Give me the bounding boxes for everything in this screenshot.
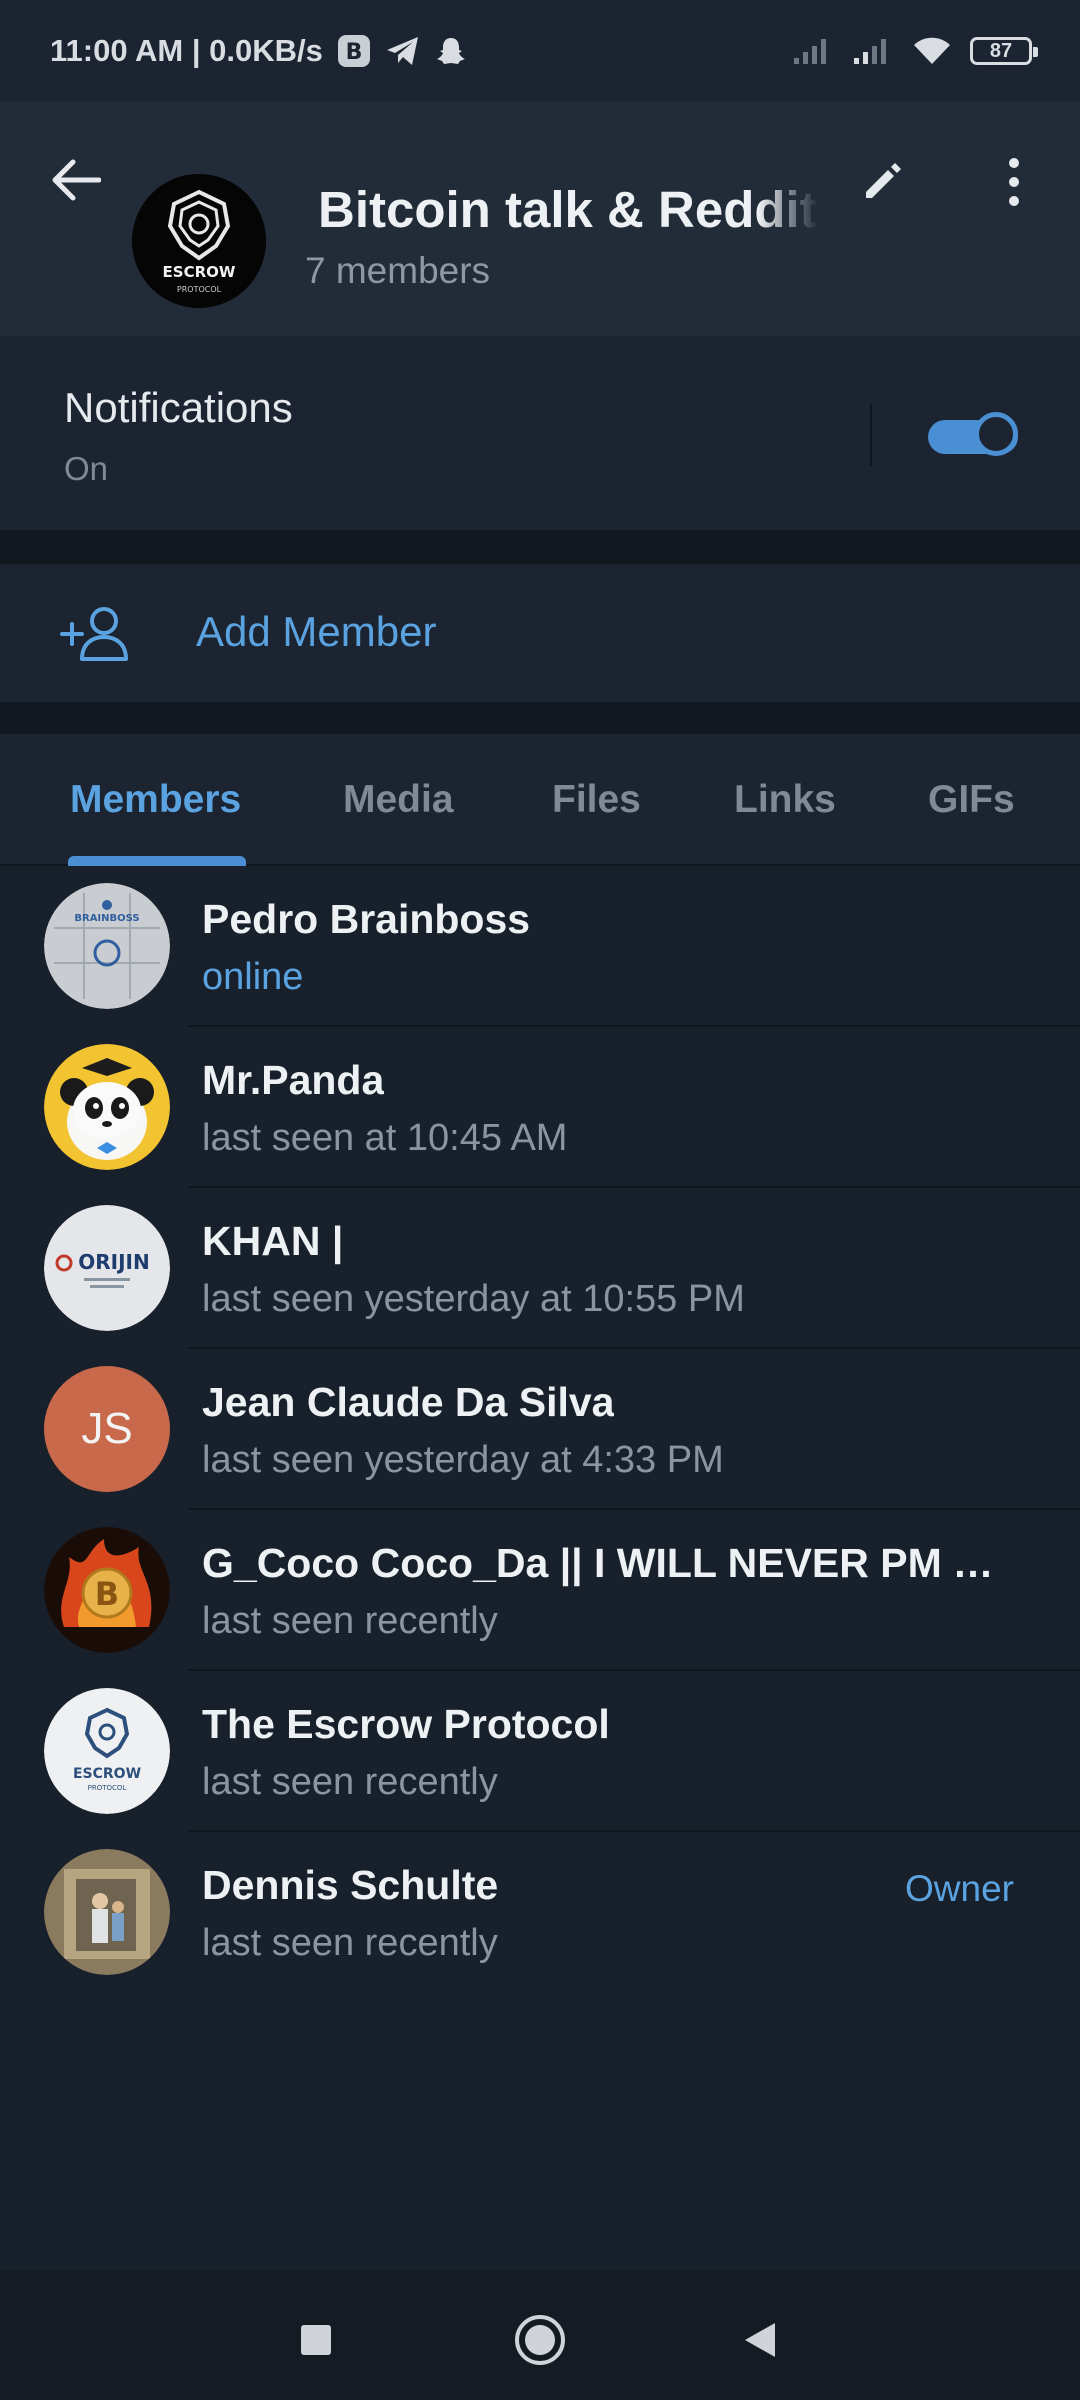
- member-name: Mr.Panda: [202, 1057, 385, 1103]
- member-status: last seen recently: [202, 1600, 498, 1642]
- avatar-subtext: PROTOCOL: [88, 1784, 127, 1792]
- section-gap: [0, 530, 1080, 564]
- bitcoin-app-icon: B: [337, 34, 371, 68]
- telegram-icon: [385, 35, 421, 67]
- member-row-mr-panda[interactable]: Mr.Panda last seen at 10:45 AM: [0, 1027, 1080, 1188]
- member-row-dennis-schulte[interactable]: Dennis Schulte last seen recently Owner: [0, 1832, 1080, 1993]
- square-icon: [301, 2325, 331, 2355]
- avatar-text: ORIJIN: [78, 1250, 149, 1274]
- avatar[interactable]: B: [44, 1527, 170, 1653]
- member-name: KHAN |: [202, 1218, 344, 1264]
- notifications-toggle[interactable]: [928, 410, 1024, 460]
- active-tab-indicator: [68, 856, 246, 866]
- panda-icon: [44, 1044, 170, 1170]
- member-status: last seen recently: [202, 1761, 498, 1803]
- group-avatar[interactable]: ESCROW PROTOCOL: [132, 174, 266, 308]
- notifications-row[interactable]: Notifications On: [0, 336, 1080, 530]
- member-row-g-coco[interactable]: B G_Coco Coco_Da || I WILL NEVER PM Y...…: [0, 1510, 1080, 1671]
- status-time-speed: 11:00 AM | 0.0KB/s: [50, 33, 323, 68]
- tab-links[interactable]: Links: [734, 778, 836, 822]
- arrow-left-icon: [52, 159, 101, 201]
- wifi-icon: [912, 36, 952, 66]
- group-title[interactable]: Bitcoin talk & Reddit Campaign: [318, 180, 818, 239]
- snapchat-icon: [435, 35, 467, 67]
- home-button[interactable]: [510, 2310, 570, 2370]
- avatar[interactable]: JS: [44, 1366, 170, 1492]
- tab-files[interactable]: Files: [552, 778, 641, 822]
- notifications-state: On: [64, 450, 109, 487]
- avatar-text: ESCROW: [73, 1766, 141, 1782]
- toggle-knob: [974, 412, 1018, 456]
- circle-icon: [515, 2315, 565, 2365]
- signal-icon-1: [792, 36, 834, 66]
- divider: [870, 404, 872, 466]
- svg-text:B: B: [345, 40, 362, 65]
- avatar[interactable]: ORIJIN: [44, 1205, 170, 1331]
- tab-media[interactable]: Media: [343, 778, 454, 822]
- signal-icon-2: [852, 36, 894, 66]
- avatar-initials: JS: [81, 1404, 133, 1453]
- more-options-button[interactable]: [984, 152, 1044, 212]
- back-button[interactable]: [48, 152, 104, 208]
- member-row-escrow-protocol[interactable]: ESCROW PROTOCOL The Escrow Protocol last…: [0, 1671, 1080, 1832]
- member-status: last seen at 10:45 AM: [202, 1117, 568, 1159]
- back-nav-button[interactable]: [730, 2310, 790, 2370]
- member-name: The Escrow Protocol: [202, 1701, 610, 1747]
- owner-badge: Owner: [905, 1868, 1014, 1909]
- tab-gifs[interactable]: GIFs: [928, 778, 1015, 822]
- group-avatar-text: ESCROW: [163, 263, 236, 281]
- triangle-back-icon: [745, 2323, 775, 2357]
- group-avatar-subtext: PROTOCOL: [177, 285, 222, 294]
- avatar[interactable]: [44, 1044, 170, 1170]
- add-user-icon: [60, 604, 132, 669]
- member-status: last seen recently: [202, 1922, 498, 1964]
- chat-header: ESCROW PROTOCOL Bitcoin talk & Reddit Ca…: [0, 102, 1080, 336]
- member-name: G_Coco Coco_Da || I WILL NEVER PM Y...: [202, 1540, 1002, 1586]
- add-member-row[interactable]: Add Member: [0, 564, 1080, 702]
- tab-members[interactable]: Members: [70, 778, 241, 822]
- member-row-jean-claude[interactable]: JS Jean Claude Da Silva last seen yester…: [0, 1349, 1080, 1510]
- avatar[interactable]: ESCROW PROTOCOL: [44, 1688, 170, 1814]
- member-name: Jean Claude Da Silva: [202, 1379, 615, 1425]
- more-vertical-icon: [1009, 158, 1019, 206]
- member-name: Dennis Schulte: [202, 1862, 499, 1908]
- avatar[interactable]: BRAINBOSS: [44, 883, 170, 1009]
- section-gap: [0, 702, 1080, 734]
- member-status: online: [202, 956, 304, 998]
- status-bar: 11:00 AM | 0.0KB/s B 87: [0, 0, 1080, 102]
- edit-button[interactable]: [852, 152, 912, 212]
- member-name: Pedro Brainboss: [202, 896, 531, 942]
- pencil-icon: [866, 163, 901, 198]
- member-row-pedro-brainboss[interactable]: BRAINBOSS Pedro Brainboss online: [0, 866, 1080, 1027]
- recents-button[interactable]: [286, 2310, 346, 2370]
- add-member-label: Add Member: [196, 608, 437, 655]
- battery-indicator: 87: [970, 37, 1038, 65]
- member-status: last seen yesterday at 10:55 PM: [202, 1278, 745, 1320]
- member-count: 7 members: [305, 250, 491, 291]
- member-row-khan[interactable]: ORIJIN KHAN | last seen yesterday at 10:…: [0, 1188, 1080, 1349]
- member-status: last seen yesterday at 4:33 PM: [202, 1439, 724, 1481]
- system-nav-bar: [0, 2270, 1080, 2400]
- notifications-title: Notifications: [64, 384, 293, 431]
- bitcoin-fire-icon: B: [44, 1527, 170, 1653]
- svg-text:B: B: [95, 1575, 119, 1613]
- avatar-text: BRAINBOSS: [74, 913, 139, 924]
- media-tabs: Members Media Files Links GIFs: [0, 734, 1080, 866]
- avatar[interactable]: [44, 1849, 170, 1975]
